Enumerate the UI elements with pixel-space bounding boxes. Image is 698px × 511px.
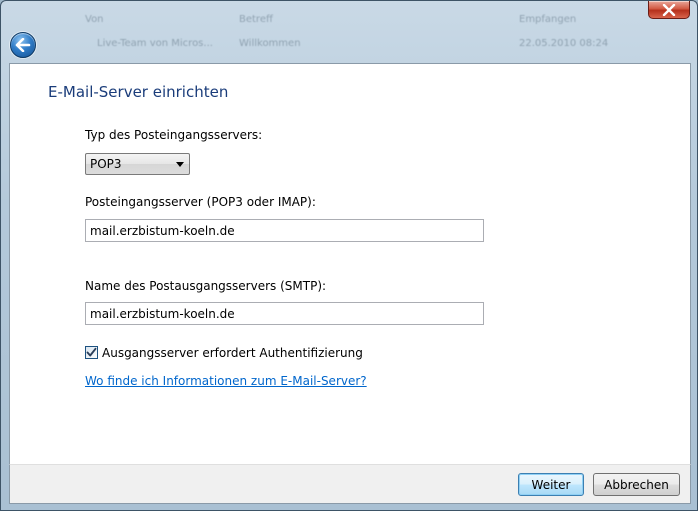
dialog-window: Von Betreff Empfangen Live-Team von Micr… xyxy=(0,0,698,511)
checkmark-icon xyxy=(86,347,97,357)
outgoing-server-label: Name des Postausgangsservers (SMTP): xyxy=(85,279,327,293)
cancel-button[interactable]: Abbrechen xyxy=(593,473,680,496)
ghost-text: Empfangen xyxy=(519,14,577,25)
ghost-text: Betreff xyxy=(239,14,273,25)
chevron-down-icon xyxy=(176,162,184,167)
next-button[interactable]: Weiter xyxy=(518,473,584,496)
incoming-server-input[interactable]: mail.erzbistum-koeln.de xyxy=(85,219,484,242)
incoming-type-select[interactable]: POP3 xyxy=(85,153,190,175)
auth-checkbox-label[interactable]: Ausgangsserver erfordert Authentifizieru… xyxy=(102,346,363,360)
outgoing-server-input[interactable]: mail.erzbistum-koeln.de xyxy=(85,302,484,325)
page-title: E-Mail-Server einrichten xyxy=(48,83,229,101)
wizard-content: E-Mail-Server einrichten Typ des Postein… xyxy=(9,63,691,464)
auth-checkbox[interactable] xyxy=(85,346,98,359)
ghost-text: Willkommen xyxy=(239,38,301,49)
ghost-text: Live-Team von Micros... xyxy=(97,38,213,49)
incoming-server-label: Posteingangsserver (POP3 oder IMAP): xyxy=(85,195,316,209)
button-bar: Weiter Abbrechen xyxy=(9,464,691,504)
back-arrow-icon xyxy=(15,38,31,52)
incoming-type-value: POP3 xyxy=(90,157,122,171)
close-x-icon xyxy=(662,3,676,16)
ghost-text: Von xyxy=(85,14,104,25)
close-button[interactable] xyxy=(648,1,690,19)
ghost-text: 22.05.2010 08:24 xyxy=(519,38,609,49)
background-app-ghost: Von Betreff Empfangen Live-Team von Micr… xyxy=(47,7,647,57)
incoming-type-label: Typ des Posteingangsservers: xyxy=(85,128,263,142)
help-link[interactable]: Wo finde ich Informationen zum E-Mail-Se… xyxy=(85,374,367,388)
back-button[interactable] xyxy=(10,32,36,58)
